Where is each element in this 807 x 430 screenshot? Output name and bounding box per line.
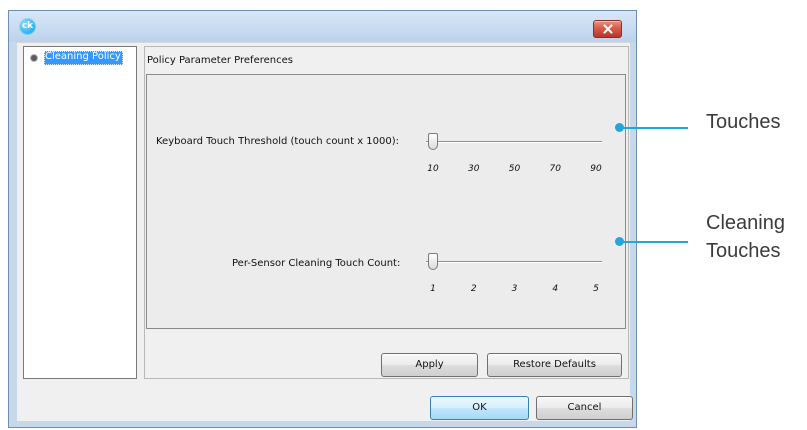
slider-tick-label: 5 (593, 284, 599, 294)
cleaning-touches-callout-line-1: Cleaning (706, 212, 785, 234)
close-button[interactable] (593, 20, 622, 38)
slider-thumb[interactable] (428, 133, 438, 150)
section-title: Policy Parameter Preferences (147, 55, 293, 66)
restore-defaults-button[interactable]: Restore Defaults (487, 353, 622, 377)
slider-thumb[interactable] (428, 253, 438, 270)
window-titlebar: ck (9, 11, 636, 42)
preferences-dialog: ck Cleaning Policy Policy Parameter Pref… (8, 10, 637, 428)
slider-tick-labels: 1 2 3 4 5 (415, 284, 610, 298)
slider-tick-label: 50 (508, 164, 521, 174)
slider-tick-labels: 10 30 50 70 90 (415, 164, 610, 178)
close-icon (601, 22, 614, 36)
cancel-button[interactable]: Cancel (536, 396, 633, 420)
tree-item-cleaning-policy[interactable]: Cleaning Policy (31, 51, 123, 65)
slider-tick-label: 1 (430, 284, 436, 294)
keyboard-touch-threshold-slider[interactable]: 10 30 50 70 90 (415, 133, 602, 181)
policy-tree-panel: Cleaning Policy (23, 46, 137, 379)
tree-item-label: Cleaning Policy (44, 51, 123, 65)
per-sensor-cleaning-touch-count-slider[interactable]: 1 2 3 4 5 (415, 253, 602, 301)
cleaning-touches-callout-line (623, 241, 688, 243)
settings-box: Keyboard Touch Threshold (touch count x … (146, 74, 626, 329)
apply-button[interactable]: Apply (381, 353, 478, 377)
touches-callout-label: Touches (706, 111, 781, 133)
slider-tick-label: 90 (590, 164, 602, 174)
keyboard-touch-threshold-label: Keyboard Touch Threshold (touch count x … (156, 136, 400, 147)
ok-button[interactable]: OK (430, 396, 529, 420)
app-icon: ck (19, 18, 36, 35)
slider-tick-label: 4 (552, 284, 559, 294)
slider-tick-label: 10 (427, 164, 439, 174)
cleaning-touches-callout-line-2: Touches (706, 240, 781, 262)
dialog-client-area: Cleaning Policy Policy Parameter Prefere… (17, 42, 633, 421)
per-sensor-cleaning-touch-count-label: Per-Sensor Cleaning Touch Count: (232, 258, 401, 269)
bullet-icon (31, 55, 37, 61)
slider-tick-label: 70 (549, 164, 561, 174)
touches-callout-line (623, 127, 688, 129)
policy-parameters-panel: Policy Parameter Preferences Keyboard To… (144, 46, 629, 379)
slider-tick-label: 3 (511, 284, 518, 294)
slider-track[interactable] (426, 141, 602, 142)
slider-tick-label: 2 (470, 284, 477, 294)
slider-track[interactable] (426, 261, 602, 262)
slider-tick-label: 30 (468, 164, 480, 174)
cleaning-touches-callout-label: Cleaning Touches (706, 209, 785, 265)
